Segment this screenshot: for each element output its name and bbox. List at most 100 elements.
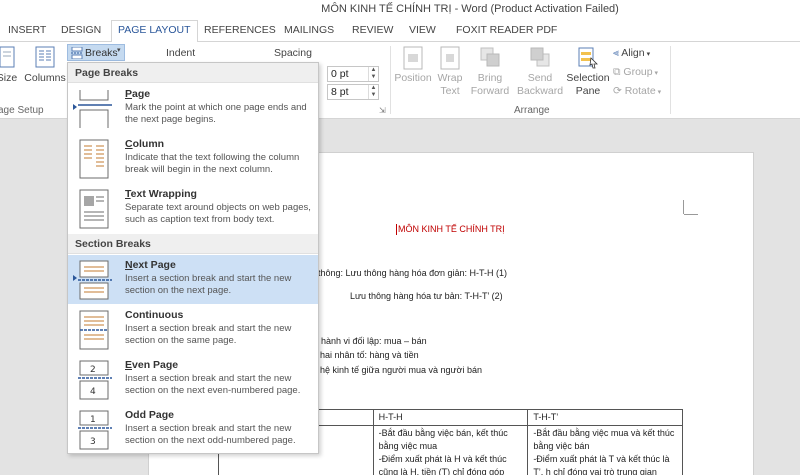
- column-break-icon: [79, 139, 109, 179]
- arrange-group-label: Arrange: [514, 105, 550, 116]
- title-bar: MÔN KINH TẾ CHÍNH TRỊ - Word (Product Ac…: [0, 0, 800, 20]
- next-page-break-icon: [78, 260, 112, 300]
- document-line: hai nhân tố: hàng và tiền: [320, 350, 419, 360]
- columns-button[interactable]: Columns: [24, 46, 66, 85]
- align-label: Align: [621, 47, 645, 59]
- selection-pane-icon: [578, 47, 598, 69]
- size-label: Size: [0, 72, 18, 84]
- menu-item-odd-page-break[interactable]: 13 Odd Page Insert a section break and s…: [68, 405, 318, 454]
- section-breaks-header: Section Breaks: [68, 234, 318, 254]
- spacing-before-value: 0 pt: [331, 68, 349, 80]
- rotate-label: Rotate: [624, 85, 656, 97]
- tab-mailings[interactable]: MAILINGS: [284, 24, 334, 36]
- document-title: MÔN KINH TẾ CHÍNH TRỊ: [398, 224, 505, 234]
- table-cell: H-T-H: [372, 409, 529, 426]
- breaks-dropdown-menu: Page Breaks Page Mark the point at which…: [67, 62, 319, 454]
- rotate-button[interactable]: ⟳ Rotate ▾: [613, 85, 661, 97]
- menu-item-name: Continuous: [125, 309, 184, 321]
- document-line: hệ kinh tế giữa người mua và người bán: [320, 365, 482, 375]
- tab-references[interactable]: REFERENCES: [204, 24, 276, 36]
- selection-pane-label: Selection Pane: [566, 72, 610, 97]
- menu-item-continuous-break[interactable]: Continuous Insert a section break and st…: [68, 305, 318, 354]
- bullet-icon: [73, 104, 77, 110]
- wrap-text-icon: [440, 46, 460, 70]
- page-setup-group-label: age Setup: [0, 105, 44, 116]
- group-button[interactable]: ⧉ Group ▾: [613, 66, 658, 79]
- menu-item-name: Column: [125, 138, 165, 150]
- table-cell-text: -Điểm xuất phát là T và kết thúc là T’, …: [533, 454, 670, 475]
- menu-item-description: Insert a section break and start the new…: [125, 373, 301, 396]
- crop-mark: [684, 214, 698, 215]
- spacing-after-field[interactable]: 8 pt ▲ ▼: [327, 84, 379, 100]
- selection-pane-button[interactable]: Selection Pane: [566, 46, 610, 98]
- menu-item-name: Page: [125, 88, 151, 100]
- spinner-arrows-icon[interactable]: ▲ ▼: [368, 67, 378, 81]
- menu-item-even-page-break[interactable]: 24 Even Page Insert a section break and …: [68, 355, 318, 404]
- chevron-down-icon: ▾: [655, 89, 662, 96]
- menu-item-name: Odd Page: [125, 409, 175, 421]
- indent-label: Indent: [166, 47, 196, 59]
- wrap-text-button[interactable]: Wrap Text: [436, 46, 464, 98]
- table-cell-text: -Bắt đầu bằng việc mua và kết thúc bằng …: [533, 428, 675, 451]
- menu-item-page-break[interactable]: Page Mark the point at which one page en…: [68, 84, 318, 133]
- size-icon: [0, 46, 15, 68]
- breaks-button[interactable]: Breaks ▾: [67, 44, 125, 61]
- tab-view[interactable]: VIEW: [409, 24, 436, 36]
- columns-label: Columns: [24, 72, 66, 84]
- spinner-arrows-icon[interactable]: ▲ ▼: [368, 85, 378, 99]
- tab-review[interactable]: REVIEW: [352, 24, 393, 36]
- breaks-label: Breaks: [85, 47, 118, 59]
- menu-item-name: Text Wrapping: [125, 188, 197, 200]
- menu-item-text-wrapping-break[interactable]: Text Wrapping Separate text around objec…: [68, 184, 318, 233]
- bring-forward-button[interactable]: Bring Forward: [468, 46, 512, 98]
- crop-mark: [683, 200, 684, 214]
- odd-page-break-icon: 13: [78, 410, 112, 450]
- even-page-break-icon: 24: [78, 360, 112, 400]
- group-icon: ⧉: [613, 66, 624, 78]
- text-cursor: [396, 224, 397, 235]
- group-separator: [670, 46, 671, 114]
- menu-item-description: Separate text around objects on web page…: [125, 202, 311, 225]
- spacing-label: Spacing: [274, 47, 312, 59]
- group-label: Group: [623, 66, 653, 78]
- align-button[interactable]: ⫷ Align ▾: [613, 47, 650, 60]
- page-break-icon: [78, 90, 112, 128]
- bullet-icon: [73, 275, 77, 281]
- window-title: MÔN KINH TẾ CHÍNH TRỊ - Word (Product Ac…: [321, 3, 619, 15]
- document-line: hành vi đối lập: mua – bán: [321, 336, 427, 346]
- spacing-after-value: 8 pt: [331, 86, 349, 98]
- wrap-text-label: Wrap Text: [437, 72, 463, 97]
- tab-insert[interactable]: INSERT: [8, 24, 46, 36]
- tab-page-layout[interactable]: PAGE LAYOUT: [111, 20, 198, 42]
- menu-item-description: Mark the point at which one page ends an…: [125, 102, 307, 125]
- table-cell: -Bắt đầu bằng việc mua và kết thúc bằng …: [527, 425, 683, 475]
- menu-item-description: Indicate that the text following the col…: [125, 152, 300, 175]
- group-separator: [390, 46, 391, 114]
- tab-design[interactable]: DESIGN: [61, 24, 101, 36]
- document-line: Lưu thông hàng hóa tư bản: T-H-T’ (2): [350, 291, 503, 301]
- send-backward-label: Send Backward: [516, 72, 564, 97]
- spacing-before-field[interactable]: 0 pt ▲ ▼: [327, 66, 379, 82]
- table-cell-text: -Bắt đầu bằng việc bán, kết thúc bằng vi…: [378, 428, 508, 451]
- svg-text:3: 3: [90, 437, 96, 447]
- position-button[interactable]: Position: [394, 46, 432, 85]
- menu-item-column-break[interactable]: Column Indicate that the text following …: [68, 134, 318, 183]
- document-line: thông: Lưu thông hàng hóa đơn giản: H-T-…: [318, 268, 508, 278]
- breaks-icon: [71, 47, 83, 59]
- menu-item-next-page-break[interactable]: Next Page Insert a section break and sta…: [68, 255, 318, 304]
- paragraph-dialog-launcher-icon[interactable]: ⇲: [379, 106, 386, 115]
- size-button[interactable]: Size: [0, 46, 18, 85]
- ribbon-tabs: INSERT DESIGN PAGE LAYOUT REFERENCES MAI…: [0, 20, 800, 42]
- bring-forward-label: Bring Forward: [470, 72, 510, 97]
- menu-item-name: Next Page: [125, 259, 176, 271]
- send-backward-icon: [530, 47, 550, 67]
- continuous-break-icon: [79, 310, 109, 350]
- tab-foxit-reader-pdf[interactable]: FOXIT READER PDF: [456, 24, 557, 36]
- table-cell-text: -Điểm xuất phát là H và kết thúc cũng là…: [378, 454, 507, 475]
- menu-item-description: Insert a section break and start the new…: [125, 273, 292, 296]
- send-backward-button[interactable]: Send Backward: [514, 46, 566, 98]
- chevron-down-icon: ▾: [117, 47, 121, 54]
- chevron-down-icon: ▾: [644, 51, 651, 58]
- menu-item-name: Even Page: [125, 359, 179, 371]
- chevron-down-icon: ▾: [652, 70, 659, 77]
